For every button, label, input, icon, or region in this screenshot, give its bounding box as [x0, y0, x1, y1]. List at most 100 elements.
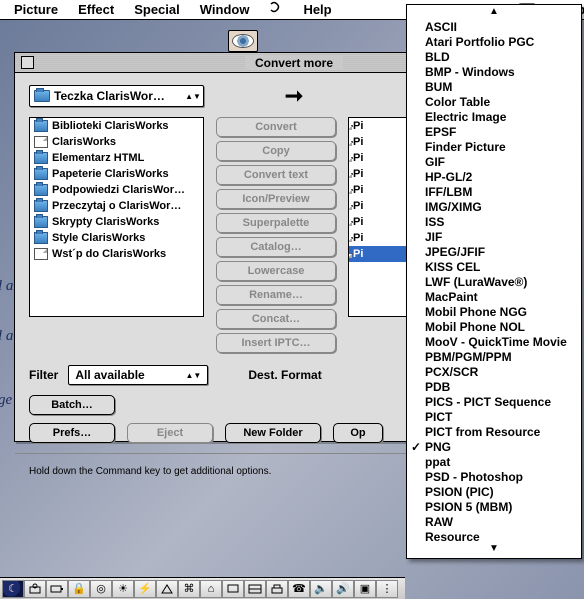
control-strip-printer-icon[interactable] [266, 580, 288, 598]
format-option[interactable]: JPEG/JFIF [407, 244, 581, 259]
list-item[interactable]: Papeterie ClarisWorks [30, 166, 203, 182]
menu-window[interactable]: Window [190, 0, 260, 19]
format-option[interactable]: PNG [407, 439, 581, 454]
control-strip-filesharing-icon[interactable] [156, 580, 178, 598]
prefs-button[interactable]: Prefs… [29, 423, 115, 443]
source-folder-popup[interactable]: Teczka ClarisWor… ▲▼ [29, 85, 204, 107]
control-strip-location-icon[interactable]: ⌂ [200, 580, 222, 598]
format-option[interactable]: JIF [407, 229, 581, 244]
control-strip-remote-icon[interactable]: ☎ [288, 580, 310, 598]
format-option[interactable]: RAW [407, 514, 581, 529]
menu-help[interactable]: Help [293, 0, 341, 19]
list-item[interactable]: Pi [349, 182, 407, 198]
list-item[interactable]: Skrypty ClarisWorks [30, 214, 203, 230]
control-strip-energy-icon[interactable]: ⚡ [134, 580, 156, 598]
control-strip-disk-icon[interactable]: ⌘ [178, 580, 200, 598]
format-option[interactable]: IMG/XIMG [407, 199, 581, 214]
format-option[interactable]: PSION (PIC) [407, 484, 581, 499]
list-item[interactable]: Elementarz HTML [30, 150, 203, 166]
format-option[interactable]: Mobil Phone NGG [407, 304, 581, 319]
control-strip-appletalk-icon[interactable] [24, 580, 46, 598]
format-option[interactable]: IFF/LBM [407, 184, 581, 199]
format-option[interactable]: Mobil Phone NOL [407, 319, 581, 334]
icon-preview-button[interactable]: Icon/Preview [216, 189, 336, 209]
format-option[interactable]: GIF [407, 154, 581, 169]
format-option[interactable]: PICT [407, 409, 581, 424]
insert-iptc-button[interactable]: Insert IPTC… [216, 333, 336, 353]
catalog-button[interactable]: Catalog… [216, 237, 336, 257]
superpalette-button[interactable]: Superpalette [216, 213, 336, 233]
list-item[interactable]: Pi [349, 134, 407, 150]
list-item[interactable]: Wst´p do ClarisWorks [30, 246, 203, 262]
control-strip-brightness-icon[interactable]: ☀ [112, 580, 134, 598]
list-item[interactable]: Podpowiedzi ClarisWor… [30, 182, 203, 198]
list-item[interactable]: Pi [349, 166, 407, 182]
format-option[interactable]: KISS CEL [407, 259, 581, 274]
convert-text-button[interactable]: Convert text [216, 165, 336, 185]
format-option[interactable]: ISS [407, 214, 581, 229]
list-item[interactable]: Pi [349, 230, 407, 246]
list-item[interactable]: Przeczytaj o ClarisWor… [30, 198, 203, 214]
source-file-list[interactable]: Biblioteki ClarisWorksClarisWorksElement… [29, 117, 204, 317]
format-option[interactable]: PCX/SCR [407, 364, 581, 379]
lowercase-button[interactable]: Lowercase [216, 261, 336, 281]
menu-picture[interactable]: Picture [4, 0, 68, 19]
format-option[interactable]: LWF (LuraWave®) [407, 274, 581, 289]
list-item[interactable]: Style ClarisWorks [30, 230, 203, 246]
menu-effect[interactable]: Effect [68, 0, 124, 19]
format-option[interactable]: BUM [407, 79, 581, 94]
eject-button[interactable]: Eject [127, 423, 213, 443]
format-option[interactable]: PSION 5 (MBM) [407, 499, 581, 514]
menu-scroll-up-icon[interactable]: ▲ [407, 7, 581, 19]
format-option[interactable]: Resource [407, 529, 581, 544]
new-folder-button[interactable]: New Folder [225, 423, 321, 443]
control-strip-video-icon[interactable]: ▣ [354, 580, 376, 598]
format-option[interactable]: ppat [407, 454, 581, 469]
concat-button[interactable]: Concat… [216, 309, 336, 329]
control-strip-collapse-icon[interactable]: ⋮ [376, 580, 398, 598]
list-item[interactable]: Pi [349, 118, 407, 134]
format-option[interactable]: Finder Picture [407, 139, 581, 154]
menu-special[interactable]: Special [124, 0, 190, 19]
filter-popup[interactable]: All available ▲▼ [68, 365, 208, 385]
format-option[interactable]: Color Table [407, 94, 581, 109]
format-option[interactable]: MacPaint [407, 289, 581, 304]
control-strip[interactable]: ☾ 🔒 ◎ ☀ ⚡ ⌘ ⌂ ☎ 🔈 🔊 ▣ ⋮ [0, 577, 405, 599]
control-strip-monitor-bits-icon[interactable] [222, 580, 244, 598]
dest-format-menu[interactable]: ▲ ASCIIAtari Portfolio PGCBLDBMP - Windo… [406, 4, 582, 559]
format-option[interactable]: Electric Image [407, 109, 581, 124]
control-strip-battery-icon[interactable] [46, 580, 68, 598]
format-option[interactable]: PBM/PGM/PPM [407, 349, 581, 364]
open-button[interactable]: Op [333, 423, 383, 443]
copy-button[interactable]: Copy [216, 141, 336, 161]
control-strip-cdrom-icon[interactable]: ◎ [90, 580, 112, 598]
format-option[interactable]: HP-GL/2 [407, 169, 581, 184]
format-option[interactable]: BLD [407, 49, 581, 64]
format-option[interactable]: EPSF [407, 124, 581, 139]
format-option[interactable]: PICS - PICT Sequence [407, 394, 581, 409]
list-item[interactable]: Pi [349, 198, 407, 214]
list-item[interactable]: Pi [349, 150, 407, 166]
dest-file-list[interactable]: PiPiPiPiPiPiPiPiPi [348, 117, 408, 317]
list-item[interactable]: Biblioteki ClarisWorks [30, 118, 203, 134]
batch-button[interactable]: Batch… [29, 395, 115, 415]
format-option[interactable]: ASCII [407, 19, 581, 34]
format-option[interactable]: Atari Portfolio PGC [407, 34, 581, 49]
control-strip-monitor-res-icon[interactable] [244, 580, 266, 598]
list-item[interactable]: Pi [349, 214, 407, 230]
format-option[interactable]: PSD - Photoshop [407, 469, 581, 484]
control-strip-lock-icon[interactable]: 🔒 [68, 580, 90, 598]
control-strip-sleep-icon[interactable]: ☾ [2, 580, 24, 598]
convert-button[interactable]: Convert [216, 117, 336, 137]
list-item[interactable]: Pi [349, 246, 407, 262]
format-option[interactable]: BMP - Windows [407, 64, 581, 79]
scripts-menu-icon[interactable] [259, 0, 293, 20]
menu-scroll-down-icon[interactable]: ▼ [407, 544, 581, 556]
list-item[interactable]: ClarisWorks [30, 134, 203, 150]
format-option[interactable]: MooV - QuickTime Movie [407, 334, 581, 349]
control-strip-volume-icon[interactable]: 🔊 [332, 580, 354, 598]
format-option[interactable]: PDB [407, 379, 581, 394]
control-strip-sound-source-icon[interactable]: 🔈 [310, 580, 332, 598]
rename-button[interactable]: Rename… [216, 285, 336, 305]
format-option[interactable]: PICT from Resource [407, 424, 581, 439]
